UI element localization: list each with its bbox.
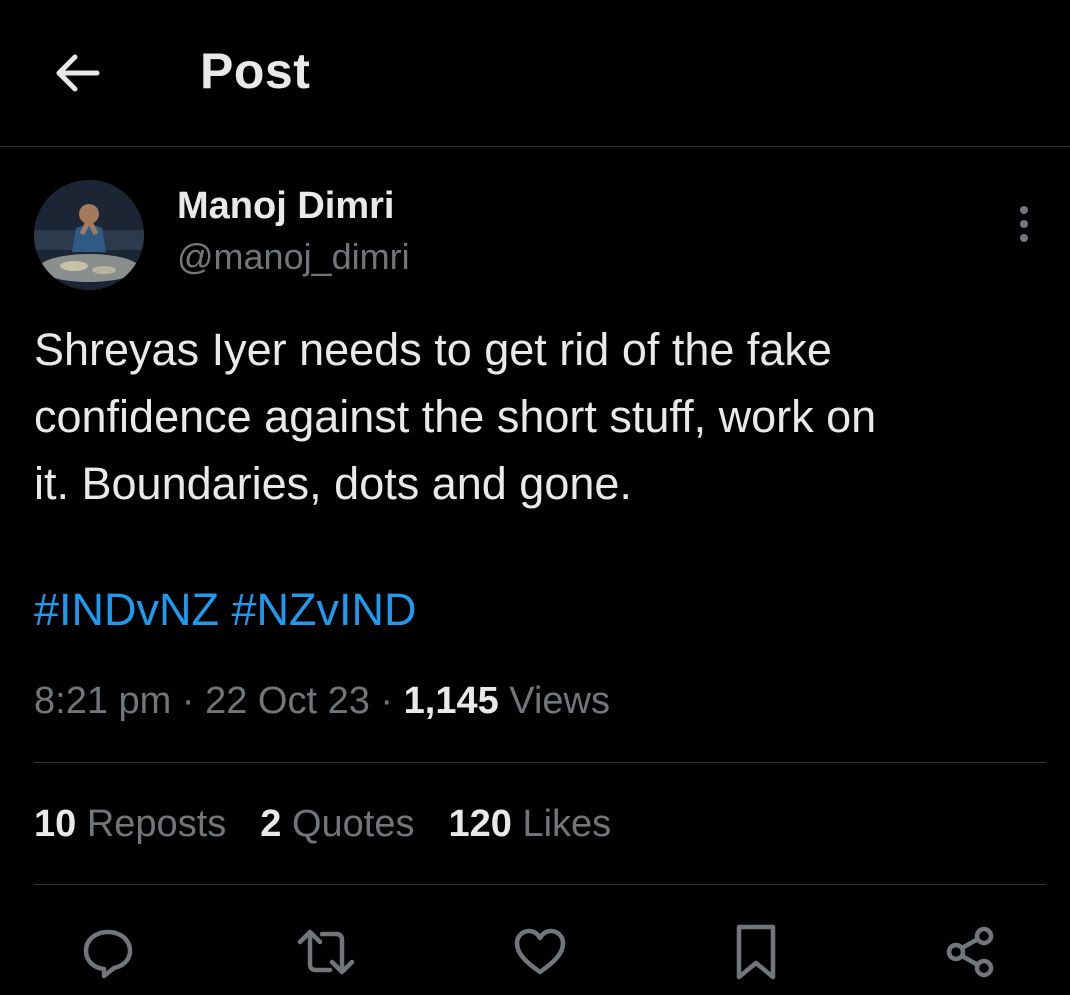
- reposts-label: Reposts: [86, 803, 227, 845]
- like-button[interactable]: [508, 920, 572, 984]
- repost-icon: [296, 924, 356, 980]
- likes-count: 120: [448, 803, 512, 845]
- hashtag-link[interactable]: #NZvIND: [232, 584, 417, 635]
- divider: [34, 762, 1046, 763]
- back-button[interactable]: [48, 44, 106, 102]
- share-icon: [942, 924, 998, 980]
- meta-separator: ·: [181, 680, 195, 722]
- quotes-label: Quotes: [291, 803, 415, 845]
- hashtag-link[interactable]: #INDvNZ: [34, 584, 219, 635]
- reply-button[interactable]: [76, 920, 140, 984]
- page-title: Post: [200, 43, 311, 99]
- meta-separator: ·: [380, 680, 394, 722]
- more-vertical-icon: [1018, 204, 1030, 244]
- avatar-photo: [34, 180, 144, 290]
- reposts-stat[interactable]: 10 Reposts: [34, 803, 226, 846]
- likes-stat[interactable]: 120 Likes: [448, 803, 611, 846]
- avatar[interactable]: [34, 180, 144, 290]
- post-date[interactable]: 22 Oct 23: [205, 680, 370, 722]
- reposts-count: 10: [34, 803, 77, 845]
- share-button[interactable]: [938, 920, 1002, 984]
- quotes-stat[interactable]: 2 Quotes: [260, 803, 414, 846]
- divider: [34, 884, 1046, 885]
- quotes-count: 2: [260, 803, 282, 845]
- post-metadata: 8:21 pm · 22 Oct 23 · 1,145 Views: [34, 680, 610, 723]
- views-count: 1,145: [403, 680, 499, 722]
- views-label: Views: [509, 680, 610, 722]
- arrow-left-icon: [53, 53, 101, 93]
- top-bar: Post: [0, 0, 1070, 147]
- repost-button[interactable]: [294, 920, 358, 984]
- bookmark-icon: [733, 923, 779, 981]
- likes-label: Likes: [522, 803, 612, 845]
- post-time[interactable]: 8:21 pm: [34, 680, 171, 722]
- heart-icon: [512, 926, 568, 978]
- more-options-button[interactable]: [1006, 200, 1042, 248]
- action-bar: [0, 920, 1070, 990]
- bookmark-button[interactable]: [724, 920, 788, 984]
- post-text: Shreyas Iyer needs to get rid of the fak…: [34, 324, 877, 509]
- author-handle[interactable]: @manoj_dimri: [177, 236, 410, 278]
- engagement-stats: 10 Reposts 2 Quotes 120 Likes: [34, 803, 645, 846]
- author-name[interactable]: Manoj Dimri: [177, 185, 394, 228]
- hashtag-list: #INDvNZ #NZvIND: [34, 580, 417, 640]
- reply-icon: [80, 924, 136, 980]
